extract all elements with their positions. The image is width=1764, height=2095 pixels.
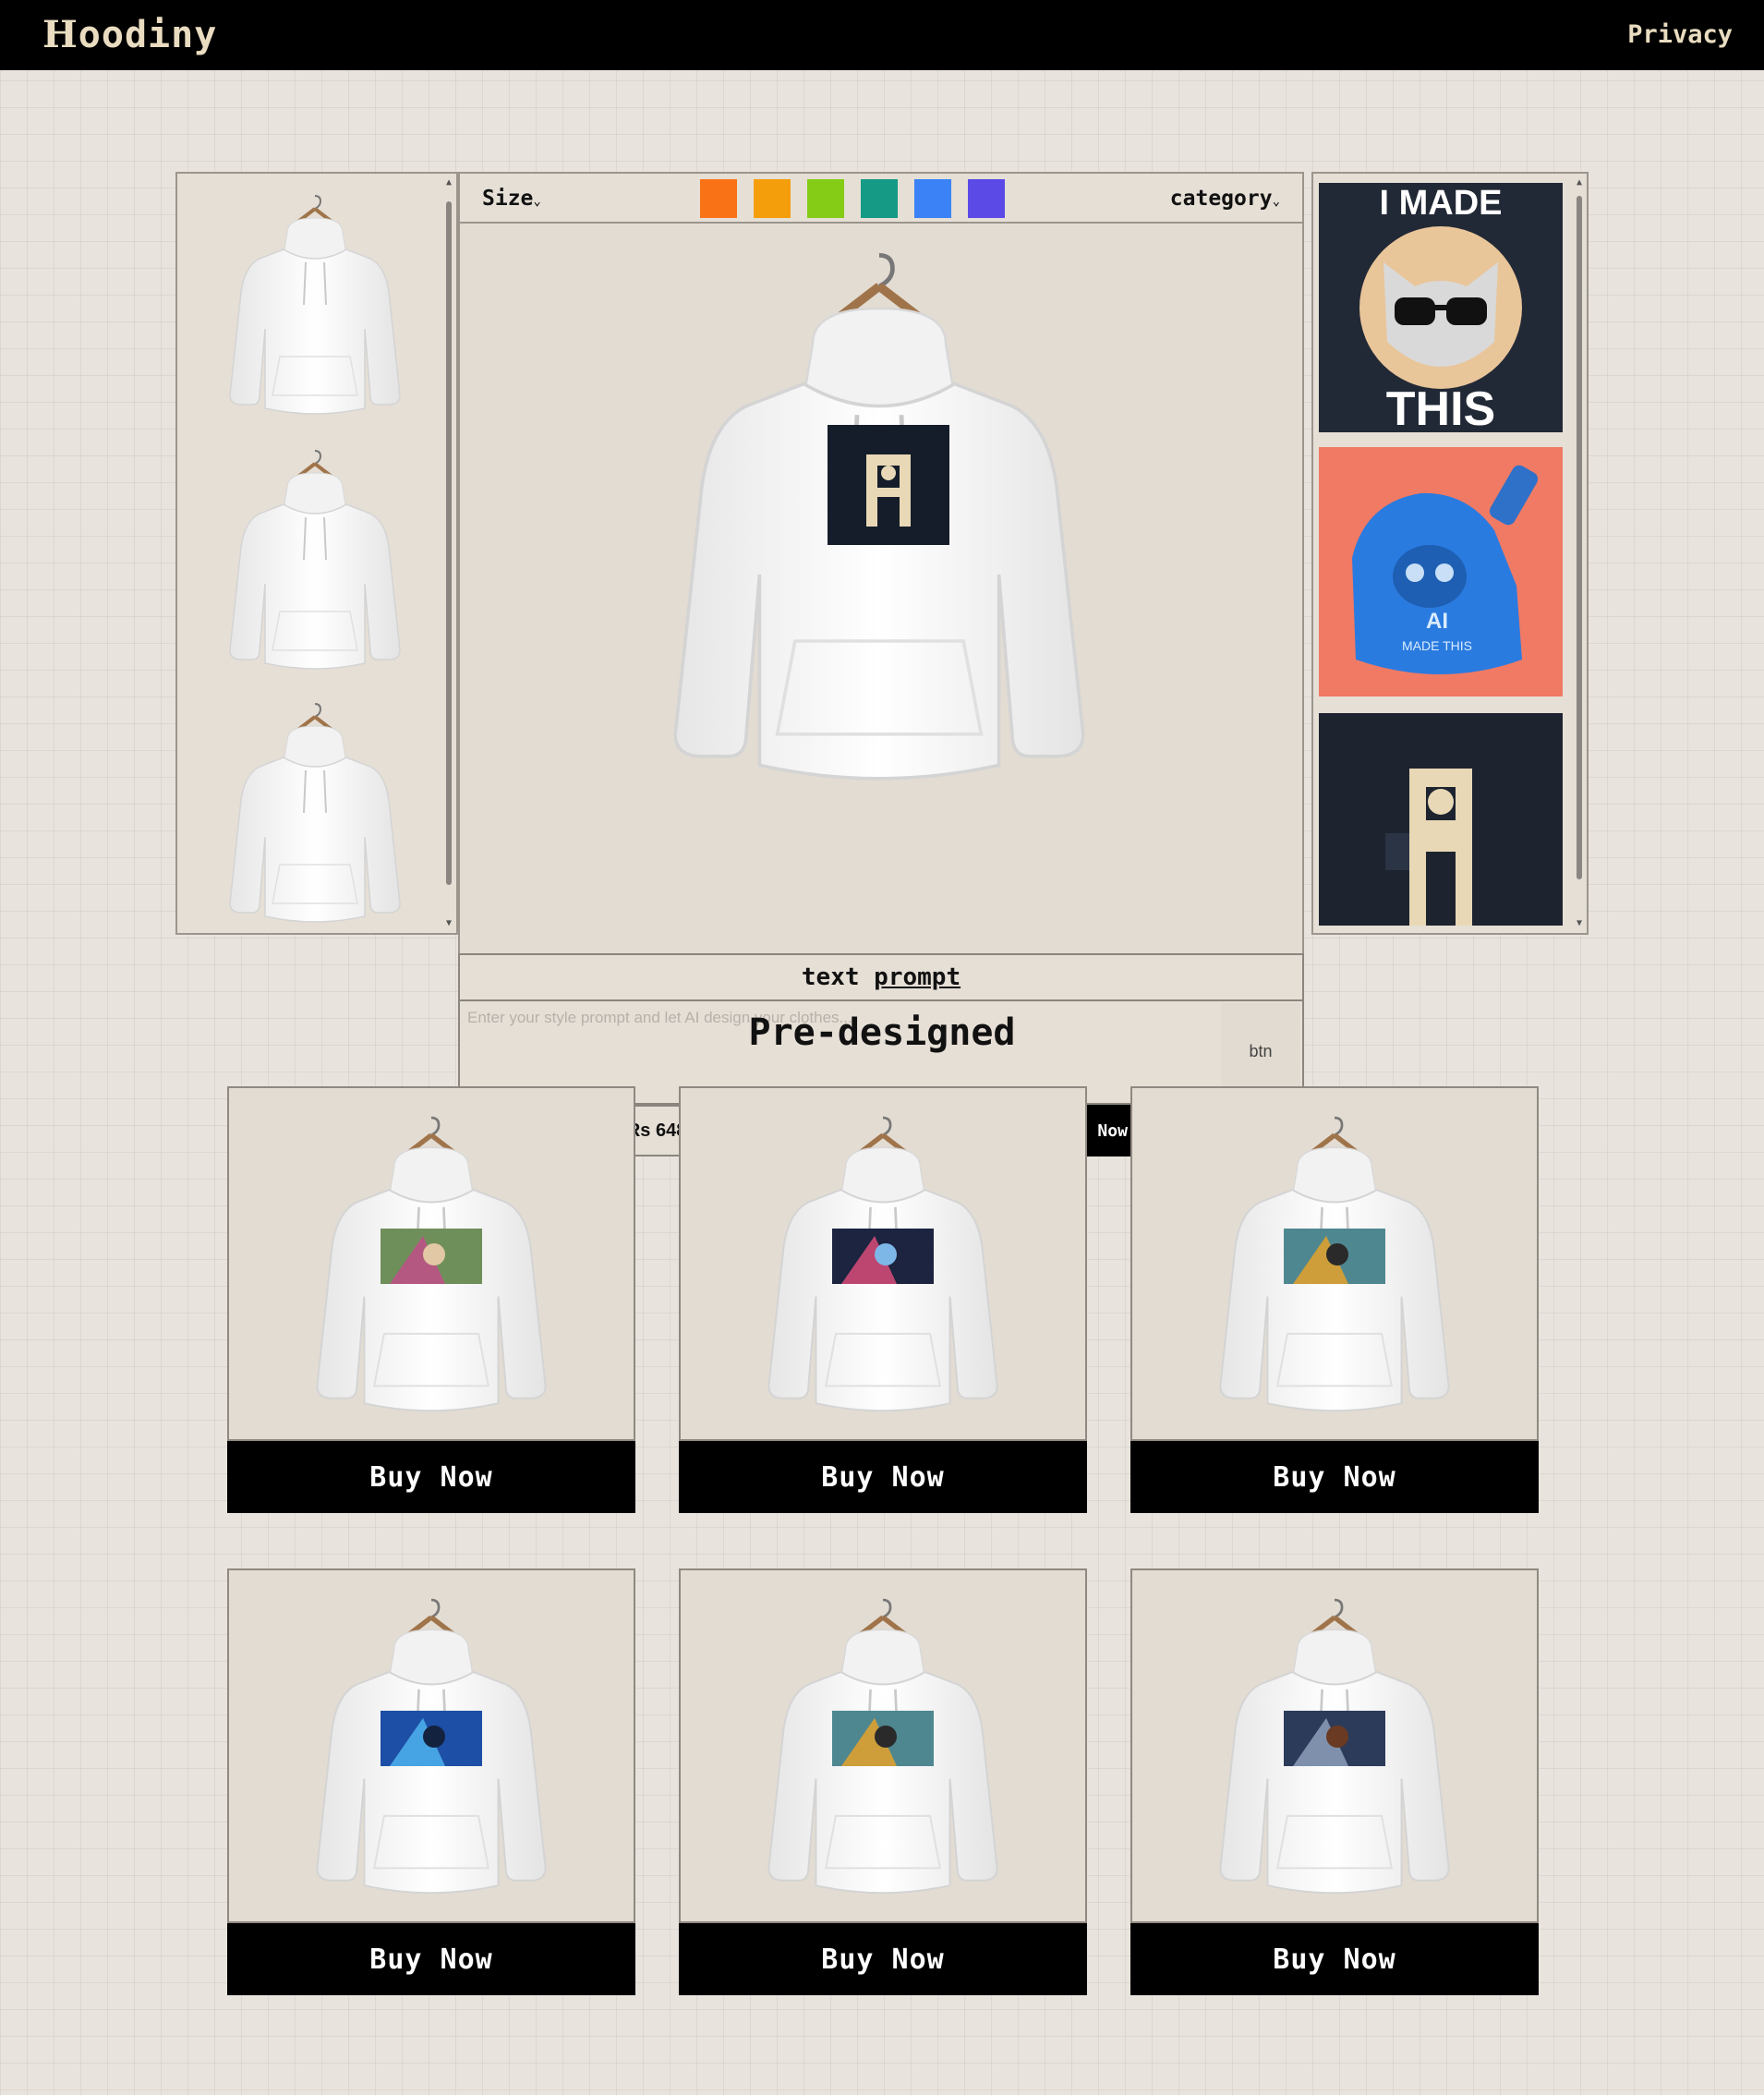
artwork-gallery[interactable]: I MADE THIS AI MADE THIS ▲ ▼ <box>1311 172 1589 935</box>
hoodie-preview <box>458 224 1304 953</box>
right-scrollbar[interactable]: ▲ ▼ <box>1574 177 1585 929</box>
artwork-image: AI MADE THIS <box>1319 447 1563 696</box>
editor-toolbar: Size⌄ category⌄ <box>458 172 1304 224</box>
product-image[interactable] <box>227 1086 635 1441</box>
product-card: Buy Now <box>1130 1086 1539 1513</box>
brand-logo[interactable]: Hoodiny <box>42 13 217 57</box>
hoodie-thumbnail[interactable] <box>190 693 440 927</box>
category-dropdown[interactable]: category⌄ <box>1170 185 1280 215</box>
scroll-up-icon[interactable]: ▲ <box>1574 177 1585 188</box>
product-image[interactable] <box>1130 1086 1539 1441</box>
hoodie-preview-image <box>460 224 1302 953</box>
product-card: Buy Now <box>679 1086 1087 1513</box>
artwork-i-made-this-cat[interactable]: I MADE THIS <box>1319 183 1563 432</box>
artwork-image <box>1319 713 1563 926</box>
printed-design-figure <box>1326 1726 1348 1748</box>
hoodie-image <box>228 449 402 671</box>
size-dropdown-label: Size <box>482 187 534 211</box>
color-swatch-teal[interactable] <box>861 179 898 218</box>
brand-logo-initial: H <box>42 13 79 56</box>
hoodie-image <box>229 1088 634 1439</box>
scrollbar-thumb[interactable] <box>1577 196 1582 879</box>
printed-design-figure <box>423 1726 445 1748</box>
hoodie-image <box>228 702 402 924</box>
printed-design-figure <box>1326 1243 1348 1265</box>
printed-design-figure <box>423 1243 445 1265</box>
scrollbar-thumb[interactable] <box>446 201 452 885</box>
hoodie-image <box>1132 1088 1537 1439</box>
color-swatch-purple[interactable] <box>968 179 1005 218</box>
color-swatch-orange[interactable] <box>700 179 737 218</box>
hoodie-thumbnail-list[interactable]: ▲ ▼ <box>175 172 458 935</box>
category-dropdown-label: category <box>1169 187 1273 211</box>
text-prompt-heading: text prompt <box>458 953 1304 1001</box>
product-card: Buy Now <box>679 1568 1087 1995</box>
top-navbar: Hoodiny Privacy <box>0 0 1764 70</box>
scroll-up-icon[interactable]: ▲ <box>443 177 454 188</box>
product-image[interactable] <box>679 1086 1087 1441</box>
hoodie-image <box>681 1570 1085 1921</box>
product-buy-button[interactable]: Buy Now <box>227 1923 635 1995</box>
size-dropdown[interactable]: Size⌄ <box>482 185 541 215</box>
privacy-link[interactable]: Privacy <box>1627 18 1733 52</box>
hoodie-image <box>228 194 402 416</box>
product-buy-button[interactable]: Buy Now <box>227 1441 635 1513</box>
chevron-down-icon: ⌄ <box>1272 194 1280 209</box>
printed-design-figure <box>875 1726 897 1748</box>
predesigned-heading: Pre-designed <box>748 1011 1016 1054</box>
hoodie-image <box>229 1570 634 1921</box>
product-card: Buy Now <box>227 1568 635 1995</box>
scroll-down-icon[interactable]: ▼ <box>443 918 454 929</box>
brand-logo-text: oodiny <box>78 14 218 56</box>
product-buy-button[interactable]: Buy Now <box>1130 1441 1539 1513</box>
product-buy-button[interactable]: Buy Now <box>679 1441 1087 1513</box>
hoodie-image <box>681 1088 1085 1439</box>
text-prompt-heading-label: text <box>801 963 875 991</box>
color-swatch-blue[interactable] <box>914 179 951 218</box>
product-buy-button[interactable]: Buy Now <box>1130 1923 1539 1995</box>
chevron-down-icon: ⌄ <box>533 194 541 209</box>
artwork-text-ai: AI <box>1426 609 1448 634</box>
product-card: Buy Now <box>227 1086 635 1513</box>
artwork-letter-h-character[interactable] <box>1319 713 1563 926</box>
hoodie-image <box>1132 1570 1537 1921</box>
hoodie-thumbnail[interactable] <box>190 440 440 682</box>
artwork-bottom-text: THIS <box>1386 382 1495 432</box>
artwork-text-made-this: MADE THIS <box>1402 638 1472 653</box>
product-image[interactable] <box>227 1568 635 1923</box>
printed-design-figure <box>875 1243 897 1265</box>
product-buy-button[interactable]: Buy Now <box>679 1923 1087 1995</box>
artwork-top-text: I MADE <box>1380 184 1503 223</box>
color-swatch-amber[interactable] <box>754 179 791 218</box>
left-scrollbar[interactable]: ▲ ▼ <box>443 177 454 929</box>
hoodie-thumbnail[interactable] <box>190 185 440 427</box>
product-card: Buy Now <box>1130 1568 1539 1995</box>
artwork-image: I MADE THIS <box>1319 183 1563 432</box>
text-prompt-heading-underlined: prompt <box>874 963 961 991</box>
color-swatch-green[interactable] <box>807 179 844 218</box>
product-image[interactable] <box>1130 1568 1539 1923</box>
scroll-down-icon[interactable]: ▼ <box>1574 918 1585 929</box>
product-image[interactable] <box>679 1568 1087 1923</box>
artwork-ai-made-this-hoodie[interactable]: AI MADE THIS <box>1319 447 1563 696</box>
